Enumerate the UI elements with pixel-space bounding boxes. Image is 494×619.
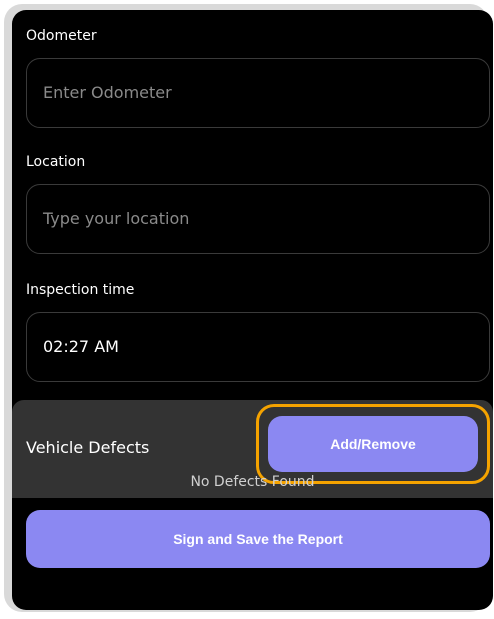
vehicle-defects-panel: Vehicle Defects Add/Remove No Defects Fo…	[12, 400, 493, 498]
no-defects-status: No Defects Found	[190, 474, 315, 490]
inspection-time-label: Inspection time	[26, 282, 135, 298]
location-label: Location	[26, 154, 86, 170]
location-input[interactable]: Type your location	[26, 184, 490, 254]
inspection-time-field[interactable]: 02:27 AM	[26, 312, 490, 382]
location-placeholder: Type your location	[43, 209, 190, 228]
device-frame: Odometer Enter Odometer Location Type yo…	[4, 4, 493, 612]
odometer-label: Odometer	[26, 28, 97, 44]
inspection-time-value: 02:27 AM	[43, 337, 119, 356]
add-remove-button[interactable]: Add/Remove	[268, 416, 478, 472]
odometer-input[interactable]: Enter Odometer	[26, 58, 490, 128]
vehicle-defects-title: Vehicle Defects	[26, 438, 150, 457]
inspection-form-screen: Odometer Enter Odometer Location Type yo…	[12, 10, 493, 610]
odometer-placeholder: Enter Odometer	[43, 83, 172, 102]
sign-and-save-button[interactable]: Sign and Save the Report	[26, 510, 490, 568]
